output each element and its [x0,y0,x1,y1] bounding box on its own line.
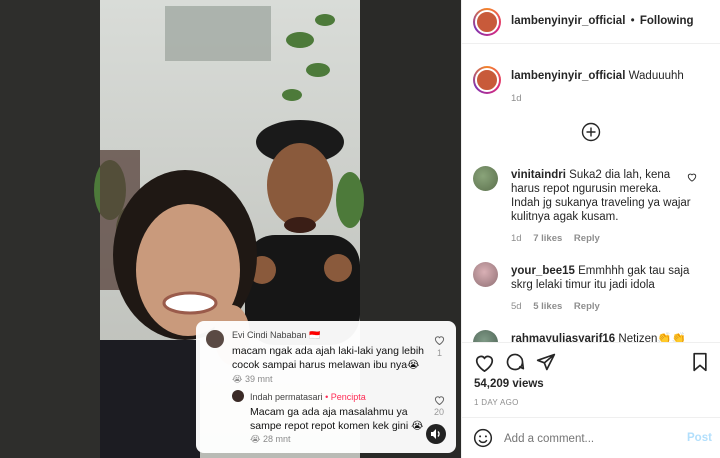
tt-comment1-author: Evi Cindi Nababan 🇮🇩 [232,330,321,340]
comment-likes[interactable]: 5 likes [533,301,562,312]
comment-likes[interactable]: 7 likes [533,233,562,244]
heart-icon [434,396,445,405]
tt-comment2-likes: 20 [434,407,445,417]
video-area[interactable]: Evi Cindi Nababan 🇮🇩 macam ngak ada ajah… [0,0,461,458]
reply-button[interactable]: Reply [574,233,600,244]
tt-comment2-text: Macam ga ada aja masalahmu ya sampe repo… [250,406,424,432]
comment-meta: 1d 7 likes Reply [511,233,600,244]
tt-comment1-text: macam ngak ada ajah laki-laki yang lebih… [232,345,425,371]
heart-icon [434,336,445,345]
comment-input[interactable] [504,430,674,448]
caption: lambenyinyir_official Waduuuhh [511,69,711,83]
creator-avatar [232,390,244,402]
caption-avatar[interactable] [473,66,501,94]
tiktok-comment-card: Evi Cindi Nababan 🇮🇩 macam ngak ada ajah… [196,321,456,453]
commenter-avatar[interactable] [473,166,498,191]
comment-time: 1d [511,233,522,244]
tt-comment1-time: 😭 39 mnt [232,374,273,384]
following-button[interactable]: Following [640,15,694,27]
tt-comment2-author: Indah permatasari • Pencipta [250,392,366,402]
header-separator: • [630,15,635,27]
add-comment-bar: Post [462,417,720,458]
heart-icon[interactable] [474,353,495,372]
heart-icon[interactable] [687,172,697,182]
post-header: lambenyinyir_official • Following [462,0,720,44]
bookmark-icon[interactable] [691,352,709,372]
sound-icon[interactable] [426,424,446,444]
post-button[interactable]: Post [687,432,712,444]
comment-username[interactable]: vinitaindri [511,169,566,181]
emoji-icon[interactable] [473,428,493,448]
comment-username[interactable]: your_bee15 [511,265,575,277]
comment-time: 5d [511,301,522,312]
commenter-avatar [206,330,224,348]
comment-meta: 5d 5 likes Reply [511,301,600,312]
author-avatar[interactable] [473,8,501,36]
load-more-icon[interactable] [581,122,601,142]
comment-icon[interactable] [505,352,525,372]
comment-your-bee15: your_bee15 Emmhhh gak tau saja skrg lela… [511,264,701,292]
tt-comment1-likes: 1 [437,348,443,358]
reply-button[interactable]: Reply [574,301,600,312]
caption-username[interactable]: lambenyinyir_official [511,70,625,82]
caption-text: Waduuuhh [628,70,684,82]
author-username[interactable]: lambenyinyir_official [511,15,625,27]
commenter-avatar[interactable] [473,262,498,287]
post-date[interactable]: 1 DAY AGO [474,398,519,407]
caption-time: 1d [511,93,522,104]
view-count[interactable]: 54,209 views [474,378,544,390]
comment-vinitaindri: vinitaindri Suka2 dia lah, kena harus re… [511,168,693,224]
share-icon[interactable] [536,352,556,372]
post-panel: lambenyinyir_official • Following lamben… [461,0,720,458]
tt-comment2-time: 😭 28 mnt [250,434,291,444]
